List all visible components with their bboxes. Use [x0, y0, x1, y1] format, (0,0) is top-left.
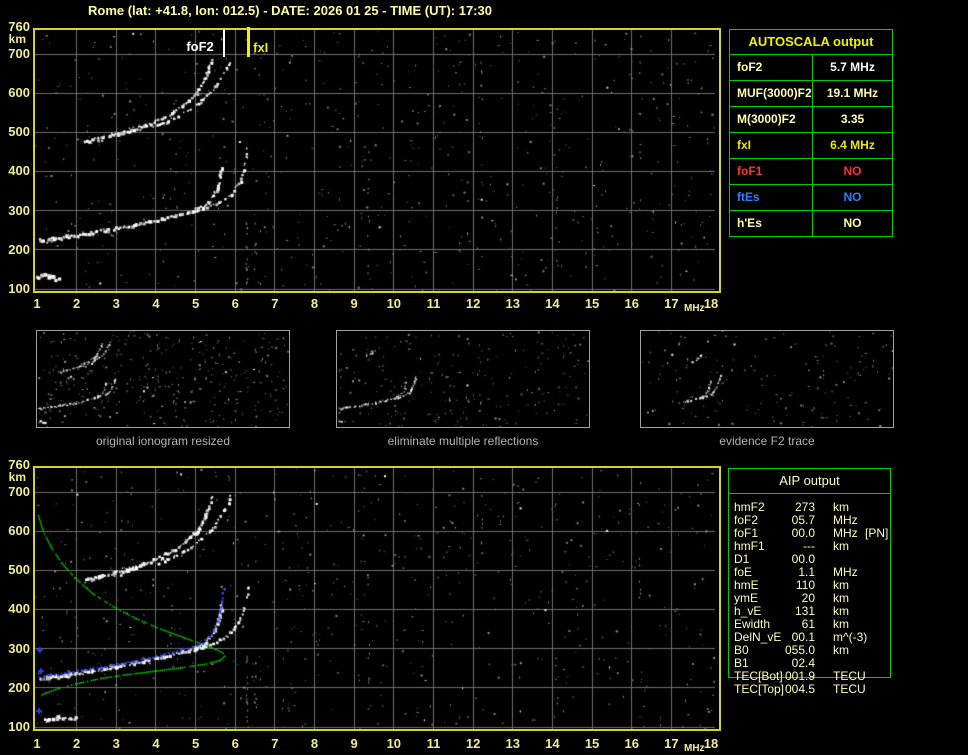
top-plot-y-tick-300: 300 [8, 202, 30, 218]
thumbnail-evidence-f2 [640, 330, 894, 428]
fof2-marker-label: foF2 [186, 39, 214, 54]
bottom-plot-x-tick-11: 11 [426, 736, 441, 751]
top-plot-y-tick-700: 700 [8, 45, 30, 61]
bottom-profile-canvas [35, 468, 715, 729]
autoscala-row-label: M(3000)F2 [730, 107, 813, 132]
bottom-plot-y-tick-600: 600 [8, 522, 30, 538]
bottom-plot-x-tick-2: 2 [73, 736, 81, 751]
top-plot-x-tick-15: 15 [584, 296, 600, 311]
autoscala-row-label: fxI [730, 133, 813, 158]
top-plot-y-tick-400: 400 [8, 163, 30, 179]
autoscala-row-foF2: foF2 5.7 MHz [730, 55, 892, 81]
top-plot-x-tick-11: 11 [426, 296, 441, 311]
bottom-plot-x-tick-3: 3 [112, 736, 120, 751]
aip-rows: hmF2 273 km foF2 05.7 MHz foF1 00.0 MHz [PN] hmF1-… [728, 501, 968, 696]
autoscala-row-value: 6.4 MHz [830, 138, 875, 152]
top-plot-y-tick-600: 600 [8, 84, 30, 100]
top-plot-y-tick-500: 500 [8, 124, 30, 140]
top-plot-x-tick-4: 4 [152, 296, 160, 311]
top-plot-x-tick-16: 16 [624, 296, 639, 311]
top-plot-x-tick-12: 12 [465, 296, 481, 311]
autoscala-row-value: NO [843, 190, 862, 204]
thumbnail-caption-2: eliminate multiple reflections [387, 434, 539, 448]
bottom-plot-x-tick-17: 17 [664, 736, 679, 751]
top-plot-y-unit: km [8, 32, 26, 46]
autoscala-row-label: h'Es [730, 211, 813, 236]
aip-row-value: 004.5 [784, 682, 815, 696]
bottom-plot-x-tick-15: 15 [584, 736, 600, 751]
aip-row-unit: km [833, 643, 849, 657]
top-plot-x-unit: MHz [684, 303, 705, 314]
window-title: Rome (lat: +41.8, lon: 012.5) - DATE: 20… [88, 3, 492, 18]
bottom-plot-x-tick-4: 4 [152, 736, 160, 751]
bottom-plot-x-tick-5: 5 [191, 736, 200, 751]
autoscala-row-label: MUF(3000)F2 [730, 81, 813, 106]
fof2-marker-line [223, 29, 225, 57]
autoscala-row-h'Es: h'Es NO [730, 211, 892, 236]
bottom-plot-x-unit: MHz [684, 743, 705, 754]
bottom-plot-y-tick-100: 100 [8, 719, 30, 734]
top-plot-x-tick-5: 5 [191, 296, 200, 311]
fxi-marker-label: fxI [253, 40, 269, 55]
autoscala-row-value: NO [843, 216, 862, 230]
top-plot-x-tick-7: 7 [271, 296, 279, 311]
autoscala-row-value: NO [843, 164, 862, 178]
aip-row-note: [PN] [865, 526, 889, 540]
top-ionogram-canvas [35, 30, 715, 291]
aip-row-unit: TECU [833, 682, 866, 696]
bottom-plot-y-tick-200: 200 [8, 679, 30, 695]
autoscala-row-value: 3.35 [840, 112, 865, 126]
bottom-plot-y-tick-700: 700 [8, 483, 30, 499]
bottom-plot-y-unit: km [8, 470, 26, 484]
top-plot-x-tick-3: 3 [112, 296, 120, 311]
top-plot-x-tick-1: 1 [33, 296, 41, 311]
bottom-plot-x-tick-12: 12 [465, 736, 481, 751]
bottom-plot-y-tick-500: 500 [8, 562, 30, 578]
autoscala-row-label: ftEs [730, 185, 813, 210]
autoscala-row-fxI: fxI 6.4 MHz [730, 133, 892, 159]
bottom-plot-x-tick-9: 9 [350, 736, 358, 751]
bottom-plot-x-tick-8: 8 [310, 736, 319, 751]
bottom-plot-y-tick-300: 300 [8, 640, 30, 656]
fxi-marker-line [247, 27, 250, 57]
thumbnail-caption-3: evidence F2 trace [719, 434, 815, 448]
top-plot-y-tick-100: 100 [8, 281, 30, 296]
bottom-plot-y-tick-400: 400 [8, 601, 30, 617]
autoscala-row-M(3000)F2: M(3000)F2 3.35 [730, 107, 892, 133]
aip-row-B0: B0 055.0 km [728, 644, 968, 657]
aip-row-unit: km [833, 539, 849, 553]
thumbnail-eliminate-reflections [336, 330, 590, 428]
aip-row-hmF1: hmF1 --- km [728, 540, 968, 553]
thumbnail-caption-1: original ionogram resized [95, 434, 231, 448]
thumbnail-original-ionogram [36, 330, 290, 428]
autoscala-row-label: foF1 [730, 159, 813, 184]
bottom-plot-x-tick-16: 16 [624, 736, 639, 751]
bottom-plot-x-tick-1: 1 [33, 736, 41, 751]
top-plot-x-tick-6: 6 [231, 296, 239, 311]
bottom-plot-x-tick-6: 6 [231, 736, 239, 751]
aip-panel-header: AIP output [728, 468, 891, 494]
bottom-plot-x-tick-14: 14 [545, 736, 560, 751]
top-plot-x-tick-14: 14 [545, 296, 560, 311]
top-plot-x-tick-9: 9 [350, 296, 358, 311]
top-plot-x-tick-13: 13 [505, 296, 520, 311]
top-plot-y-tick-200: 200 [8, 241, 30, 257]
autoscala-row-MUF(3000)F2: MUF(3000)F2 19.1 MHz [730, 81, 892, 107]
autoscala-row-label: foF2 [730, 55, 813, 80]
autoscala-row-ftEs: ftEs NO [730, 185, 892, 211]
autoscala-row-foF1: foF1 NO [730, 159, 892, 185]
autoscala-output-panel: AUTOSCALA output foF2 5.7 MHz MUF(3000)F2 1… [729, 29, 893, 237]
top-plot-x-tick-2: 2 [73, 296, 81, 311]
autoscala-window: Rome (lat: +41.8, lon: 012.5) - DATE: 20… [0, 0, 968, 755]
bottom-plot-x-tick-7: 7 [271, 736, 279, 751]
autoscala-row-value: 19.1 MHz [826, 86, 879, 100]
bottom-plot-x-tick-13: 13 [505, 736, 520, 751]
top-plot-x-tick-8: 8 [310, 296, 319, 311]
autoscala-panel-header: AUTOSCALA output [730, 30, 892, 55]
aip-row-TEC[Top]: TEC[Top] 004.5 TECU [728, 683, 968, 696]
top-plot-x-tick-10: 10 [386, 296, 402, 311]
top-plot-x-tick-17: 17 [664, 296, 679, 311]
bottom-plot-x-tick-10: 10 [386, 736, 402, 751]
autoscala-row-value: 5.7 MHz [830, 60, 875, 74]
